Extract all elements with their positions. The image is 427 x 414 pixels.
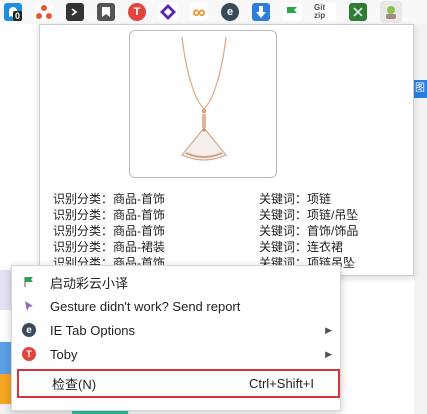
- network-extension-button[interactable]: [35, 3, 53, 21]
- bookmark-extension-button[interactable]: [97, 3, 115, 21]
- infinity-extension-button[interactable]: ∞: [190, 1, 208, 22]
- menu-item-label: Toby: [50, 346, 78, 362]
- menu-item-inspect[interactable]: 检查(N) Ctrl+Shift+I: [17, 369, 340, 398]
- submenu-arrow-icon: ▶: [325, 348, 332, 359]
- network-icon: [36, 5, 52, 19]
- product-image: [129, 30, 277, 178]
- puzzle-icon: [353, 7, 363, 17]
- gesture-icon: [22, 299, 36, 313]
- ie-tab-icon: e: [22, 323, 36, 337]
- menu-item-gesture-report[interactable]: Gesture didn't work? Send report: [12, 294, 340, 318]
- ie-tab-extension-button[interactable]: e: [221, 3, 239, 21]
- menu-item-label: 检查(N): [52, 377, 97, 392]
- puzzle-extension-button[interactable]: [349, 3, 367, 21]
- context-menu: 启动彩云小译 Gesture didn't work? Send report …: [11, 265, 341, 411]
- toby-extension-button[interactable]: T: [128, 3, 146, 21]
- menu-item-shortcut: Ctrl+Shift+I: [248, 376, 314, 391]
- extension-badge: 0: [13, 11, 23, 21]
- ghost-extension-button[interactable]: 0: [4, 3, 23, 21]
- menu-item-label: IE Tab Options: [50, 322, 136, 338]
- result-category: 识别分类：商品-首饰: [53, 192, 165, 206]
- menu-item-caiyun-translate[interactable]: 启动彩云小译: [12, 270, 340, 294]
- terminal-icon: [71, 8, 78, 16]
- cube-extension-button[interactable]: [159, 3, 177, 21]
- toby-icon: T: [133, 6, 141, 18]
- flag-extension-button[interactable]: [283, 3, 301, 21]
- extension-toolbar: 0 T ∞ e Git zip: [0, 0, 427, 24]
- submenu-arrow-icon: ▶: [325, 324, 332, 335]
- toby-icon: T: [22, 347, 36, 361]
- terminal-extension-button[interactable]: [66, 3, 84, 21]
- result-keyword: 关键词：首饰/饰品: [259, 224, 359, 238]
- recognition-results: 识别分类：商品-首饰 关键词：项链 识别分类：商品-首饰 关键词：项链/吊坠 识…: [53, 191, 408, 271]
- menu-item-label: 启动彩云小译: [50, 275, 129, 291]
- image-recognition-popup: 识别分类：商品-首饰 关键词：项链 识别分类：商品-首饰 关键词：项链/吊坠 识…: [39, 24, 414, 276]
- result-keyword: 关键词：项链/吊坠: [259, 208, 359, 222]
- result-keyword: 关键词：项链: [259, 192, 332, 206]
- flag-icon: [287, 7, 297, 13]
- result-row: 识别分类：商品-首饰 关键词：项链: [53, 191, 408, 207]
- download-icon: [256, 6, 266, 18]
- result-category: 识别分类：商品-首饰: [53, 224, 165, 238]
- infinity-icon: ∞: [192, 1, 206, 22]
- avatar-icon: [386, 6, 396, 19]
- result-category: 识别分类：商品-裙装: [53, 240, 165, 254]
- result-keyword: 关键词：连衣裙: [259, 240, 344, 254]
- gitzip-extension-button[interactable]: Git zip: [314, 3, 336, 21]
- caiyun-flag-icon: [22, 275, 36, 289]
- avatar-extension-button[interactable]: [380, 1, 402, 23]
- download-extension-button[interactable]: [252, 3, 270, 21]
- result-row: 识别分类：商品-首饰 关键词：项链/吊坠: [53, 207, 408, 223]
- menu-item-label: Gesture didn't work? Send report: [50, 298, 241, 314]
- menu-item-toby[interactable]: T Toby ▶: [12, 342, 340, 366]
- cube-icon: [160, 4, 176, 20]
- result-category: 识别分类：商品-首饰: [53, 208, 165, 222]
- result-row: 识别分类：商品-首饰 关键词：首饰/饰品: [53, 223, 408, 239]
- menu-item-ie-tab-options[interactable]: e IE Tab Options ▶: [12, 318, 340, 342]
- necklace-image: [181, 36, 227, 161]
- gitzip-icon: Git zip: [314, 3, 326, 20]
- result-row: 识别分类：商品-裙装 关键词：连衣裙: [53, 239, 408, 255]
- bookmark-icon: [102, 7, 110, 17]
- side-tab[interactable]: 图: [413, 80, 427, 98]
- ie-tab-icon: e: [226, 6, 234, 18]
